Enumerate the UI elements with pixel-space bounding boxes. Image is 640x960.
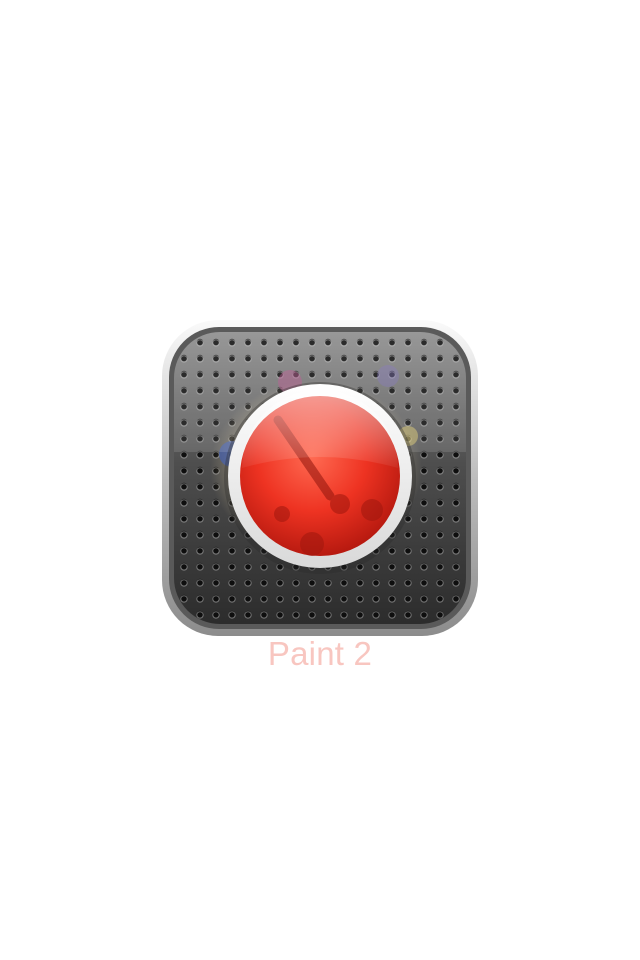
home-screen: Paint 2 (0, 0, 640, 960)
app-label[interactable]: Paint 2 (160, 634, 480, 674)
app-icon-paint-2[interactable] (160, 318, 480, 638)
record-button-icon (162, 320, 478, 636)
